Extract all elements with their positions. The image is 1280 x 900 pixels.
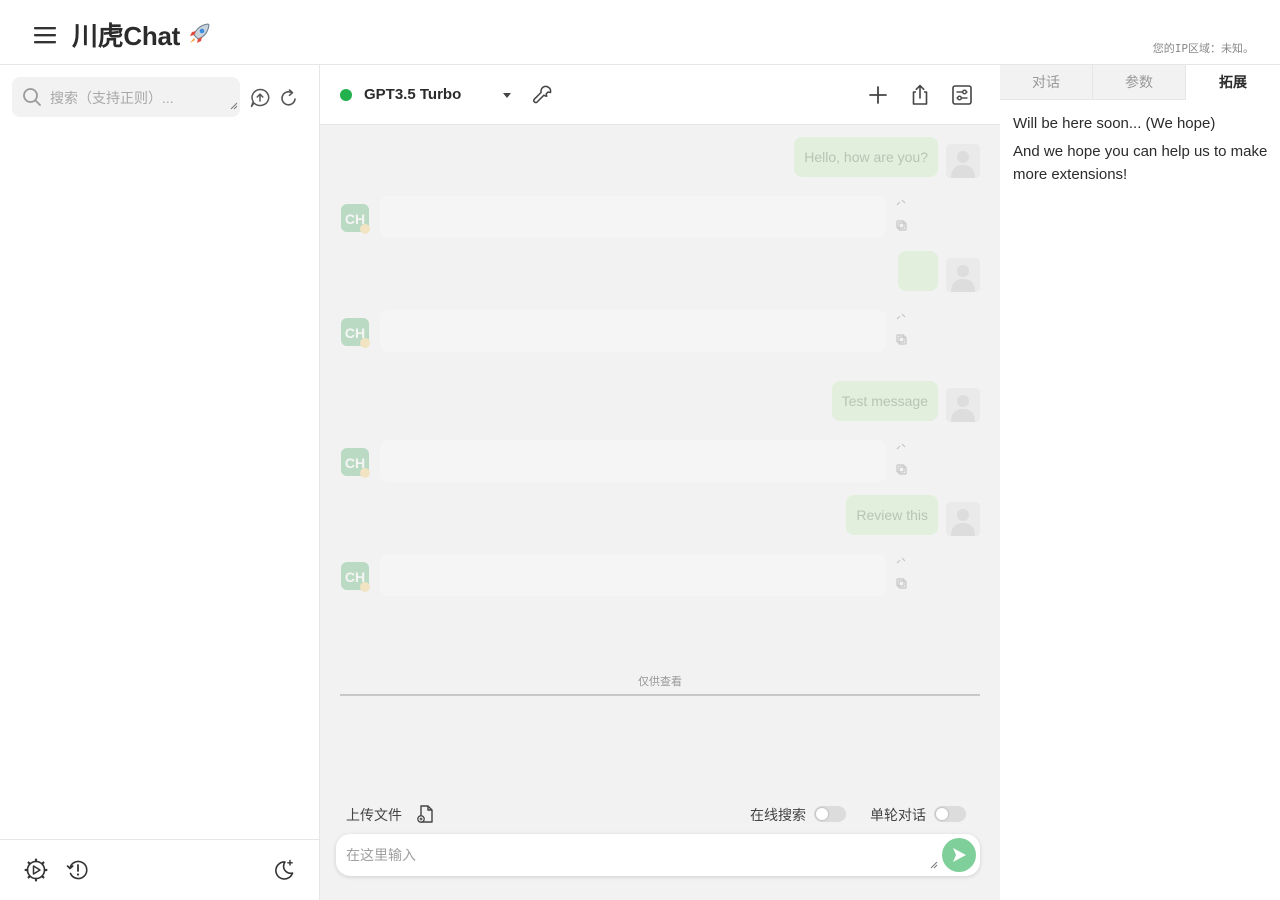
bot-avatar: CH: [340, 561, 372, 593]
divider: [340, 694, 980, 696]
toggle-knob: [816, 808, 828, 820]
user-avatar: [946, 502, 980, 536]
svg-text:CH: CH: [345, 325, 365, 341]
svg-text:CH: CH: [345, 455, 365, 471]
model-name[interactable]: GPT3.5 Turbo: [364, 86, 461, 103]
svg-text:CH: CH: [345, 569, 365, 585]
user-message: [898, 251, 938, 291]
panel-tabs: 对话 参数 拓展: [1000, 65, 1280, 101]
settings-icon[interactable]: [24, 858, 48, 887]
message-tools: [894, 555, 908, 596]
online-search-toggle[interactable]: [814, 806, 846, 822]
view-only-label: 仅供查看: [638, 676, 682, 688]
share-icon[interactable]: [908, 83, 932, 112]
tab-chat[interactable]: 对话: [1000, 65, 1093, 100]
message-list: Hello, how are you? CH CH Test message C…: [320, 125, 1000, 705]
model-dropdown-icon[interactable]: [503, 93, 511, 98]
bot-message: [380, 196, 886, 238]
svg-text:CH: CH: [345, 211, 365, 227]
rocket-icon: [186, 21, 212, 54]
chat-toolbar: GPT3.5 Turbo: [320, 65, 1000, 125]
send-button[interactable]: [942, 838, 976, 872]
extension-panel: 对话 参数 拓展 Will be here soon... (We hope) …: [1000, 65, 1280, 900]
history-icon[interactable]: [66, 858, 90, 887]
user-avatar: [946, 388, 980, 422]
bot-message: [380, 440, 886, 482]
settings-panel-icon[interactable]: [950, 83, 974, 112]
menu-icon[interactable]: [30, 20, 60, 50]
message-tools: [894, 311, 908, 352]
chat-area: GPT3.5 Turbo Hello, how are you? CH CH T…: [320, 65, 1000, 900]
search-placeholder: 搜索（支持正则）...: [50, 90, 174, 106]
user-avatar: [946, 144, 980, 178]
new-chat-icon[interactable]: [866, 83, 890, 112]
user-message-text: Hello, how are you?: [804, 149, 928, 165]
tab-extensions[interactable]: 拓展: [1186, 65, 1280, 101]
resize-grip-icon[interactable]: [930, 856, 938, 874]
single-turn-label: 单轮对话: [870, 807, 926, 823]
tab-params[interactable]: 参数: [1093, 65, 1186, 100]
sidebar-footer: [0, 839, 319, 900]
bot-message: [380, 554, 886, 596]
message-input-area: [336, 834, 980, 876]
app-title-text: 川虎Chat: [72, 21, 180, 51]
toggle-knob: [936, 808, 948, 820]
user-avatar: [946, 258, 980, 292]
send-icon: [953, 848, 966, 862]
message-input[interactable]: [336, 834, 936, 876]
message-tools: [894, 197, 908, 238]
wrench-icon[interactable]: [530, 83, 554, 112]
bot-avatar: CH: [340, 317, 372, 349]
refresh-icon[interactable]: [279, 87, 299, 114]
user-message-text: Review this: [856, 507, 928, 523]
bot-message: [380, 310, 886, 352]
upload-history-icon[interactable]: [249, 87, 271, 114]
user-message-text: Test message: [841, 393, 928, 409]
user-message: Test message: [831, 381, 938, 421]
single-turn-toggle[interactable]: [934, 806, 966, 822]
sidebar: 搜索（支持正则）...: [0, 65, 320, 900]
app-title: 川虎Chat: [72, 16, 212, 54]
upload-file-icon[interactable]: [416, 804, 436, 829]
app-header: 川虎Chat 您的IP区域：未知。: [0, 0, 1280, 65]
extension-note-2: And we hope you can help us to make more…: [1013, 143, 1268, 183]
resize-grip-icon[interactable]: [230, 97, 238, 115]
ip-region-notice: 您的IP区域：未知。: [1152, 42, 1254, 55]
bot-avatar: CH: [340, 447, 372, 479]
dark-mode-icon[interactable]: [272, 858, 296, 887]
bot-avatar: CH: [340, 203, 372, 235]
extension-note-1: Will be here soon... (We hope): [1013, 115, 1216, 132]
message-tools: [894, 441, 908, 482]
history-search-input[interactable]: 搜索（支持正则）...: [12, 77, 240, 117]
upload-file-label[interactable]: 上传文件: [346, 805, 402, 825]
user-message: Review this: [846, 495, 938, 535]
online-search-label: 在线搜索: [750, 807, 806, 823]
search-icon: [22, 87, 42, 112]
user-message: Hello, how are you?: [794, 137, 938, 177]
status-dot: [340, 89, 352, 101]
